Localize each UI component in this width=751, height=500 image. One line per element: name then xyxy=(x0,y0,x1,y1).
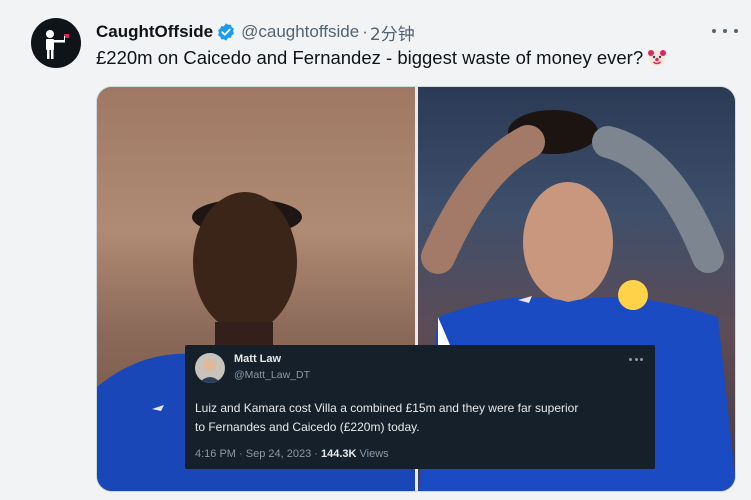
referee-logo-icon xyxy=(46,30,69,59)
tweet-text: £220m on Caicedo and Fernandez - biggest… xyxy=(96,46,667,70)
avatar[interactable] xyxy=(31,18,81,68)
tweet-card[interactable]: CaughtOffside @caughtoffside · 2分钟 £220m… xyxy=(0,0,751,500)
verified-badge-icon xyxy=(216,22,236,42)
tweet-text-body: £220m on Caicedo and Fernandez - biggest… xyxy=(96,47,644,68)
separator-dot: · xyxy=(362,22,368,41)
user-handle[interactable]: @caughtoffside xyxy=(241,22,359,42)
embedded-views-label: Views xyxy=(356,448,389,460)
more-options-icon[interactable] xyxy=(712,26,738,36)
embedded-author-handle: @Matt_Law_DT xyxy=(234,369,311,381)
embedded-text-line2: to Fernandes and Caicedo (£220m) today. xyxy=(195,420,420,434)
embedded-text-line1: Luiz and Kamara cost Villa a combined £1… xyxy=(195,401,579,415)
tweet-media[interactable]: Matt Law @Matt_Law_DT Luiz and Kamara co… xyxy=(96,86,736,492)
embedded-views-count: 144.3K xyxy=(320,448,357,460)
embedded-tweet-screenshot: Matt Law @Matt_Law_DT Luiz and Kamara co… xyxy=(185,345,655,469)
embedded-avatar xyxy=(195,353,225,383)
embedded-time: 4:16 PM · Sep 24, 2023 · xyxy=(195,448,321,460)
embedded-tweet-text: Luiz and Kamara cost Villa a combined £1… xyxy=(195,399,650,437)
tweet-timestamp[interactable]: 2分钟 xyxy=(370,20,415,45)
embedded-more-icon xyxy=(629,358,643,362)
tweet-header: CaughtOffside @caughtoffside · 2分钟 xyxy=(96,20,415,45)
embedded-author-name: Matt Law xyxy=(234,353,282,365)
clown-face-icon xyxy=(647,47,667,67)
display-name[interactable]: CaughtOffside xyxy=(96,22,213,42)
embedded-meta: 4:16 PM · Sep 24, 2023 · 144.3K Views xyxy=(195,448,389,460)
